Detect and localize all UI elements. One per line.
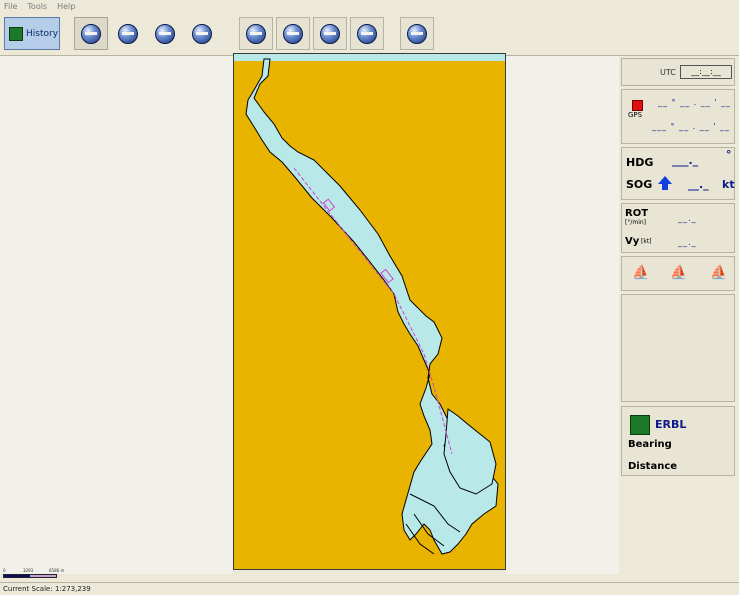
scale-tick-0: 0 bbox=[3, 568, 6, 573]
distance-label: Distance bbox=[628, 461, 678, 472]
status-bar: Current Scale: 1:273,239 bbox=[0, 582, 739, 594]
vy-label: Vy bbox=[625, 236, 640, 247]
utc-box: UTC __:__:__ bbox=[621, 58, 735, 86]
menu-help[interactable]: Help bbox=[57, 0, 75, 13]
scale-tick-1: 3293 bbox=[23, 568, 34, 573]
sog-arrow-stem bbox=[662, 184, 668, 190]
latitude-value: __ ° __ . __ ' __ bbox=[658, 98, 731, 107]
heading-speed-box: HDG ___._ ° SOG __._ kt bbox=[621, 147, 735, 200]
toolbar: History bbox=[0, 13, 739, 56]
hdg-label: HDG bbox=[626, 156, 654, 169]
sog-arrow-icon bbox=[658, 176, 672, 184]
ship-bow-icon: ⛵ bbox=[632, 265, 650, 281]
sog-unit: kt bbox=[722, 178, 735, 191]
sog-label: SOG bbox=[626, 178, 653, 191]
pan-button[interactable] bbox=[350, 17, 384, 50]
rot-vy-box: ROT [°/min] __._ Vy [kt] __._ bbox=[621, 203, 735, 253]
empty-info-box bbox=[621, 294, 735, 402]
history-label: History bbox=[26, 28, 59, 39]
menu-file[interactable]: File bbox=[4, 0, 17, 13]
gps-box: GPS __ ° __ . __ ' __ ___ ° __ . __ ' __ bbox=[621, 89, 735, 144]
gps-label: GPS bbox=[628, 111, 643, 119]
vy-value: __._ bbox=[678, 238, 697, 247]
rot-label: ROT bbox=[625, 208, 649, 219]
utc-value: __:__:__ bbox=[680, 65, 732, 79]
course-up-icon bbox=[118, 23, 138, 44]
scale-tick-2: 6586 m bbox=[49, 568, 65, 573]
rot-unit: [°/min] bbox=[625, 219, 647, 226]
vessel-status-box: ⛵ ⛵ ⛵ bbox=[621, 256, 735, 291]
relative-motion-button[interactable] bbox=[185, 17, 219, 50]
zoom-out-button[interactable] bbox=[276, 17, 310, 50]
utc-label: UTC bbox=[660, 68, 676, 77]
course-up-button[interactable] bbox=[111, 17, 145, 50]
north-up-icon bbox=[81, 23, 101, 44]
rot-value: __._ bbox=[678, 214, 697, 223]
gps-status-icon bbox=[632, 100, 643, 111]
settings-button[interactable] bbox=[400, 17, 434, 50]
scale-bar-graphic bbox=[3, 574, 57, 578]
ship-drift-icon: ⛵ bbox=[670, 265, 688, 281]
vy-unit: [kt] bbox=[641, 238, 652, 245]
erbl-label: ERBL bbox=[655, 418, 687, 431]
history-indicator-icon bbox=[9, 26, 23, 41]
zoom-in-button[interactable] bbox=[239, 17, 273, 50]
longitude-value: ___ ° __ . __ ' __ bbox=[652, 122, 730, 131]
hdg-value: ___._ bbox=[672, 154, 699, 167]
center-ship-button[interactable] bbox=[313, 17, 347, 50]
current-scale-value: 1:273,239 bbox=[54, 585, 91, 593]
instrument-panel: UTC __:__:__ GPS __ ° __ . __ ' __ ___ °… bbox=[619, 56, 739, 574]
bearing-label: Bearing bbox=[628, 439, 672, 450]
pan-icon bbox=[357, 23, 377, 44]
right-blank-area bbox=[506, 56, 619, 574]
sog-value: __._ bbox=[688, 178, 709, 191]
head-up-icon bbox=[155, 23, 175, 44]
north-up-button[interactable] bbox=[74, 17, 108, 50]
ship-stern-icon: ⛵ bbox=[710, 265, 728, 281]
zoom-in-icon bbox=[246, 23, 266, 44]
erbl-toggle-icon[interactable] bbox=[630, 415, 650, 435]
chart-map[interactable] bbox=[233, 53, 506, 570]
water-top-strip bbox=[234, 54, 505, 61]
hdg-unit: ° bbox=[726, 148, 732, 161]
left-blank-area bbox=[0, 56, 233, 574]
relative-motion-icon bbox=[192, 23, 212, 44]
head-up-button[interactable] bbox=[148, 17, 182, 50]
center-ship-icon bbox=[320, 23, 340, 44]
menu-bar: File Tools Help bbox=[0, 0, 739, 13]
current-scale-label: Current Scale: bbox=[3, 585, 53, 593]
menu-tools[interactable]: Tools bbox=[27, 0, 47, 13]
settings-icon bbox=[407, 23, 427, 44]
zoom-out-icon bbox=[283, 23, 303, 44]
erbl-box: ERBL Bearing Distance bbox=[621, 406, 735, 476]
history-button[interactable]: History bbox=[4, 17, 60, 50]
